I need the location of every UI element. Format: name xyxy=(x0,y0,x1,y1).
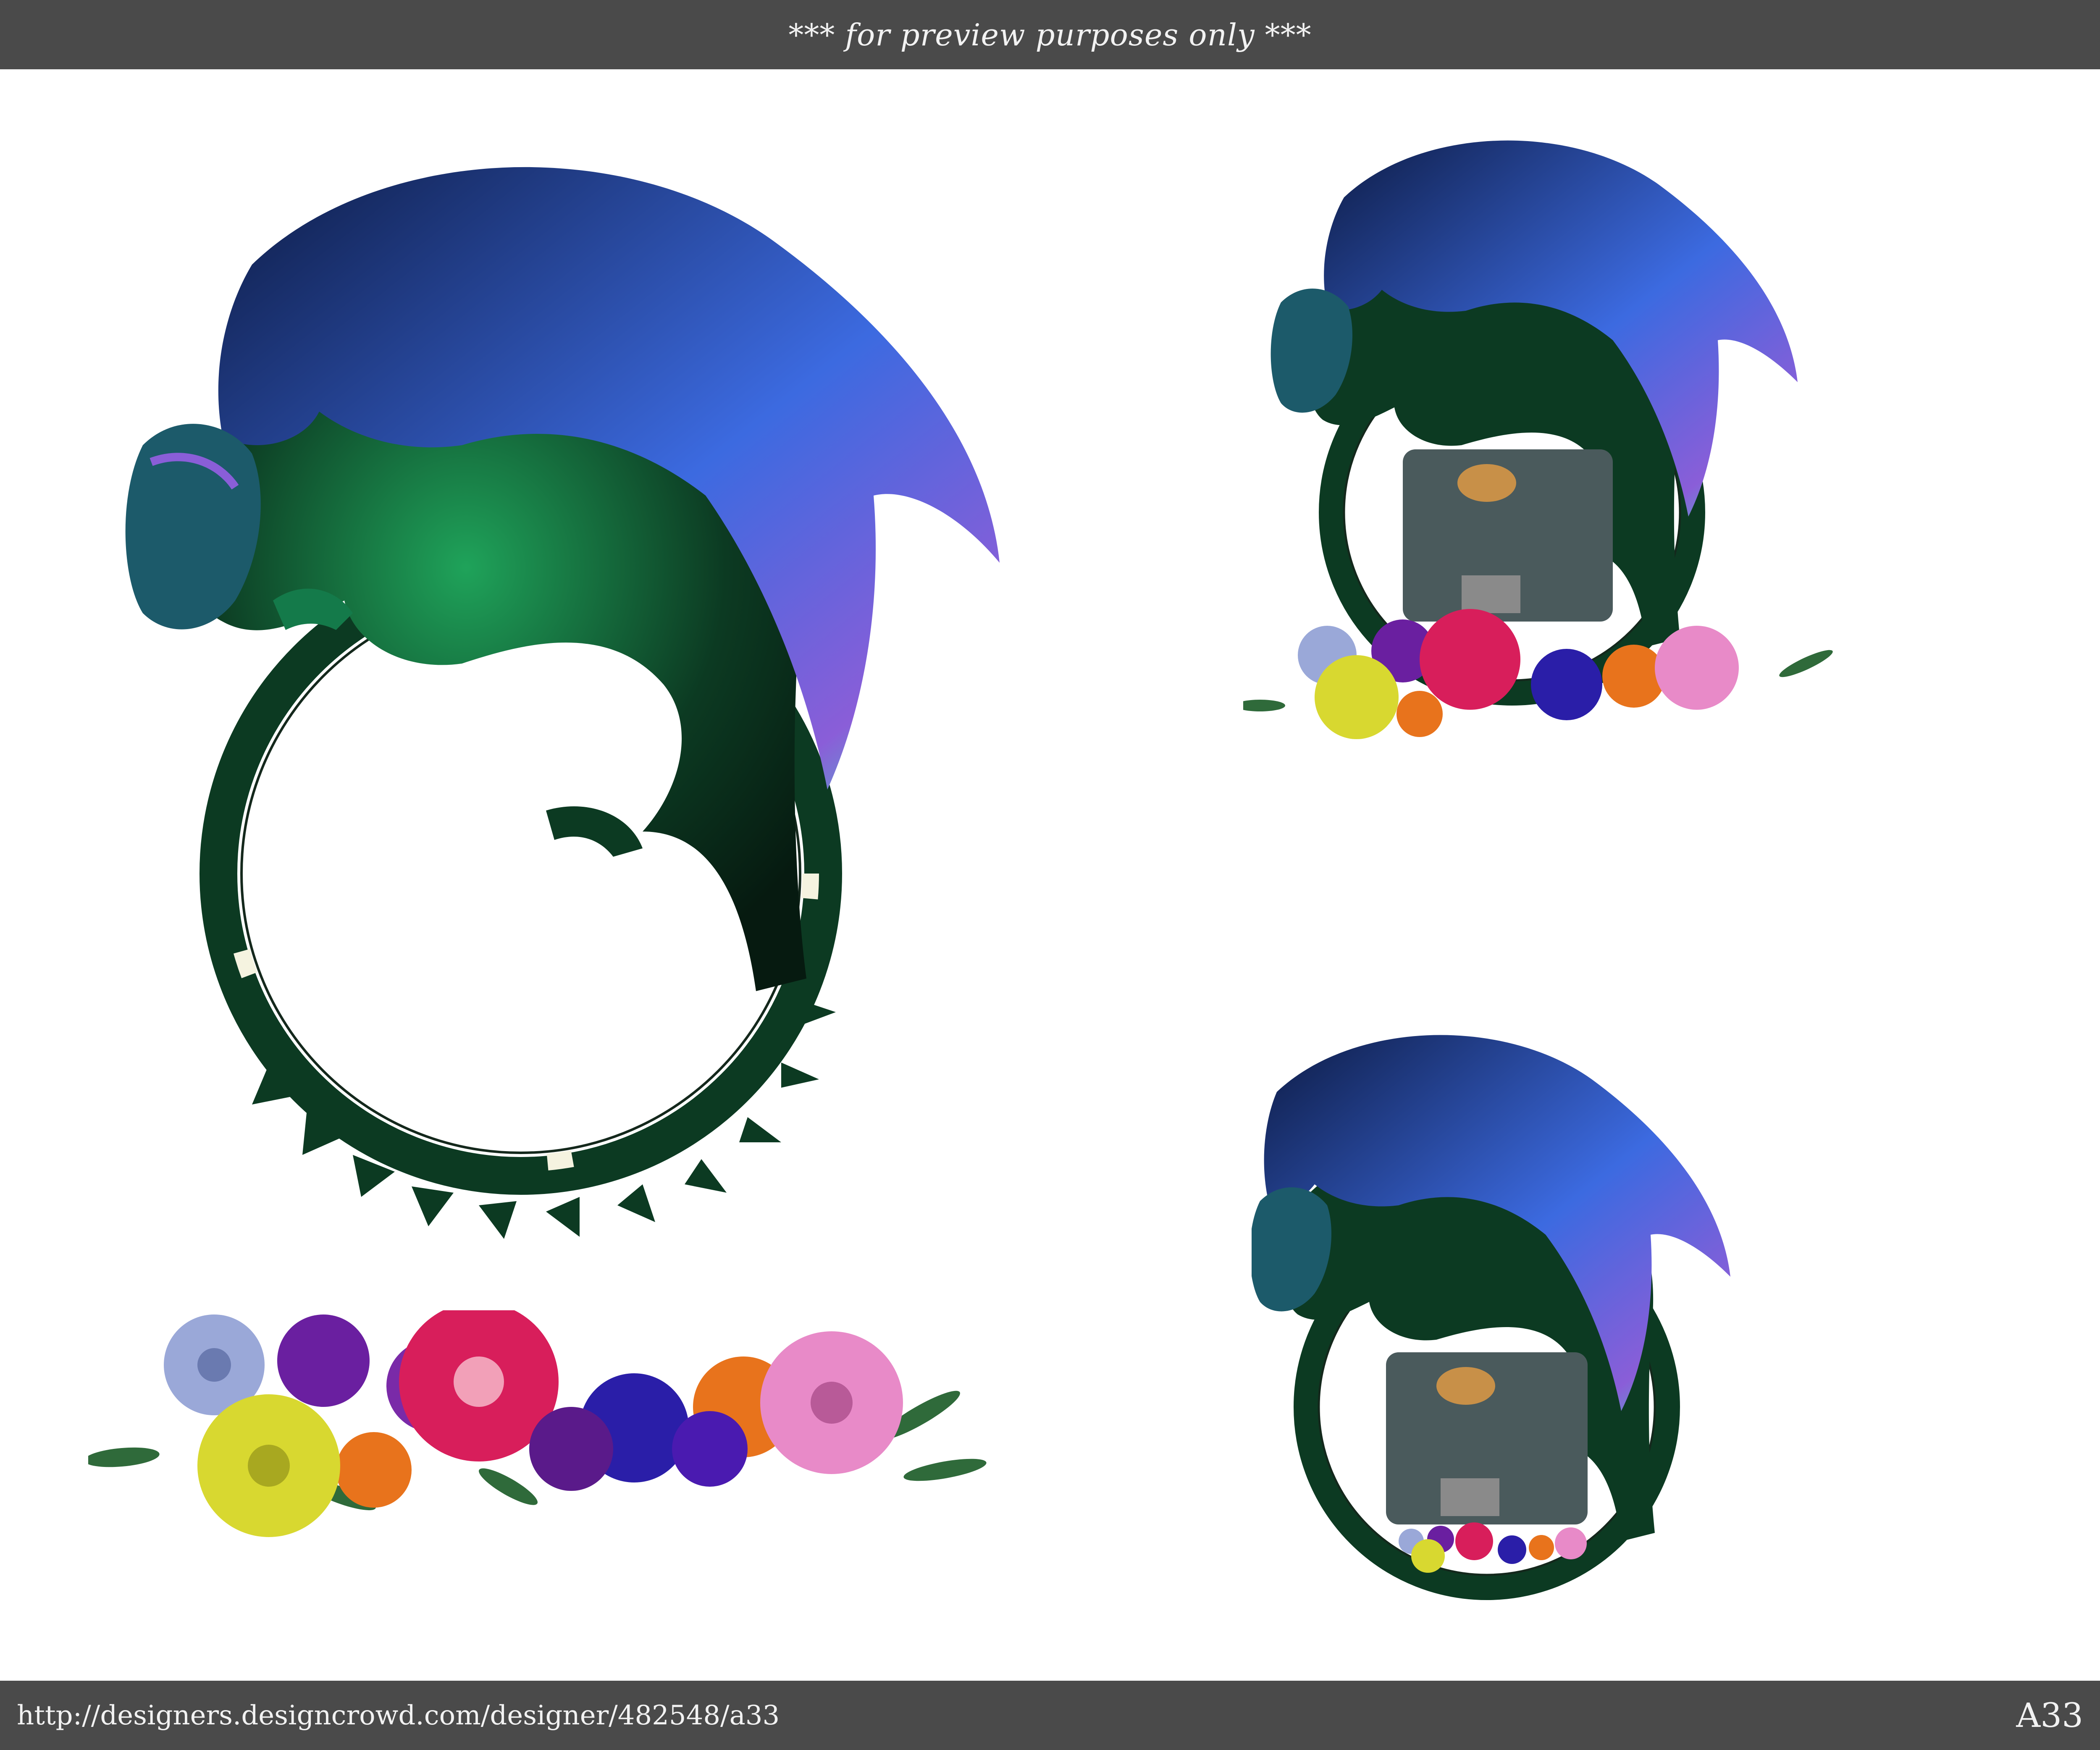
design-code: A33 xyxy=(2016,1696,2083,1735)
lily-pink-flower xyxy=(1455,1522,1493,1560)
orchid-flower xyxy=(672,1411,748,1487)
iris-flower xyxy=(1498,1535,1526,1564)
footer-bar: http://designers.designcrowd.com/designe… xyxy=(0,1681,2100,1750)
chrysanthemum-flower xyxy=(1655,626,1739,710)
lily-pink-flower xyxy=(1420,609,1520,710)
chrysanthemum-flower xyxy=(1555,1527,1587,1559)
preview-banner: *** for preview purposes only *** xyxy=(0,0,2100,69)
poppy-flower xyxy=(1396,691,1443,737)
lily-yellow-flower xyxy=(1411,1539,1445,1573)
lily-yellow-flower xyxy=(1315,655,1399,739)
orchid-flower xyxy=(277,1314,370,1407)
designer-url-link[interactable]: http://designers.designcrowd.com/designe… xyxy=(17,1700,780,1731)
orchid-flower xyxy=(529,1407,613,1491)
poppy-flower xyxy=(336,1432,412,1508)
dragon-with-small-flowers-preview xyxy=(1252,1035,1730,1600)
dragon-with-flowers-preview xyxy=(1243,140,1833,739)
flower-garland xyxy=(88,1310,987,1537)
poppy-flower xyxy=(1529,1535,1554,1560)
preview-notice: *** for preview purposes only *** xyxy=(788,17,1312,52)
dragon-main xyxy=(125,167,1000,1239)
iris-flower xyxy=(1531,649,1602,720)
